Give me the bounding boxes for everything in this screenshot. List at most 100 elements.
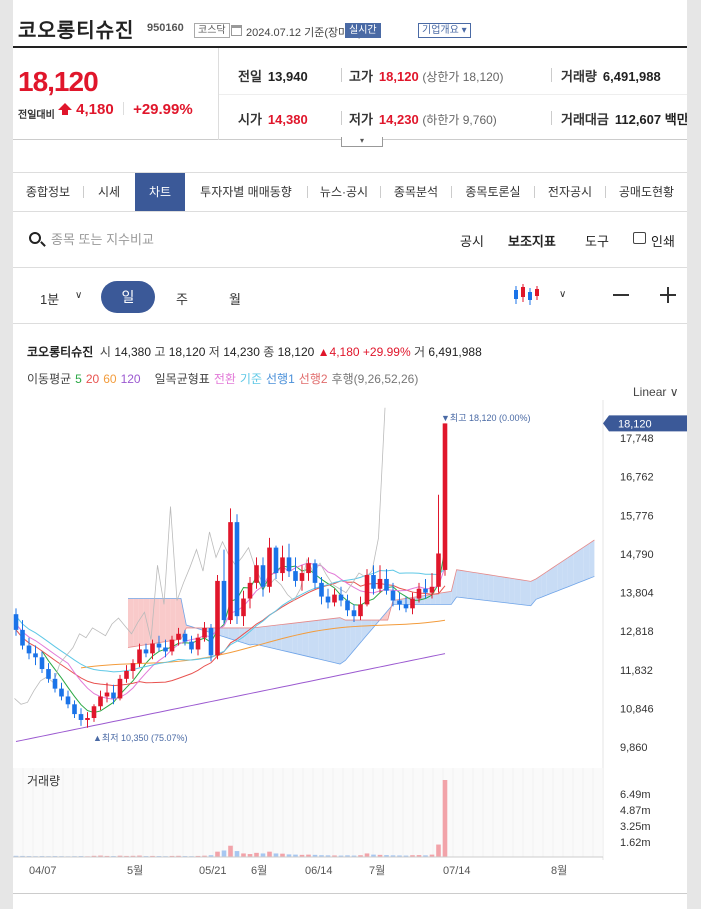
candle [351,610,357,617]
up-arrow-icon [58,103,72,115]
tab-chart[interactable]: 차트 [135,173,185,211]
cloud-segment [435,593,441,605]
tab-analysis[interactable]: 종목분석 [381,173,451,211]
info-open-label: 시 [99,345,111,359]
disclosure-button[interactable]: 공시 [460,231,484,250]
scale-selector[interactable]: Linear ∨ [633,385,679,399]
indicators-button[interactable]: 보조지표 [508,231,556,250]
period-week[interactable]: 주 [176,289,188,308]
price-panel: 18,120 전일대비 4,180 +29.99% 전일 13,940 고가 18,… [13,48,687,140]
tab-quote[interactable]: 시세 [84,173,134,211]
change-sep [122,102,124,115]
realtime-button[interactable]: 실시간 [345,23,381,38]
tab-forum[interactable]: 종목토론실 [452,173,534,211]
tab-news[interactable]: 뉴스·공시 [308,173,380,211]
volume-bar [364,853,370,857]
cloud-segment [456,569,462,598]
y-tick-label: 12,818 [620,626,654,638]
candle [273,547,279,574]
current-price: 18,120 [18,66,99,97]
chevron-down-icon[interactable]: ∨ [75,290,82,301]
cloud-segment [504,577,510,604]
cloud-segment [530,578,537,606]
ma120-line [15,653,446,743]
tab-short-selling[interactable]: 공매도현황 [606,173,687,211]
cloud-segment [562,557,568,589]
cloud-segment [446,591,452,605]
low-price: 저가 14,230 (하한가 9,760) [349,109,497,128]
ma20-label[interactable]: 20 [86,372,99,386]
stock-code: 950160 [147,22,184,34]
ma120-label[interactable]: 120 [121,372,141,386]
volume-bar [221,850,227,857]
cloud-segment [573,550,579,585]
volume: 거래량 6,491,988 [561,66,661,85]
candle [364,575,370,605]
divider [13,323,687,324]
candle [182,633,188,642]
volume-tick-label: 4.87m [620,805,651,817]
ma-legend: 이동평균 5 20 60 120 일목균형표 전환 기준 선행1 선행2 후행(9,26,52,2… [27,370,422,387]
chevron-down-icon[interactable]: ∨ [559,289,566,300]
scale-label: Linear [633,385,667,399]
tab-disclosure[interactable]: 전자공시 [535,173,605,211]
candle [117,678,123,699]
fold-button[interactable]: ▾ [341,137,383,147]
divider [551,68,552,82]
corp-info-button[interactable]: 기업개요 ▾ [418,23,471,38]
candle [46,669,51,679]
zoom-out-icon[interactable] [613,294,629,296]
cloud-segment [499,576,505,603]
tab-investor[interactable]: 투자자별 매매동향 [185,173,307,211]
volume-bar [234,851,240,857]
period-day[interactable]: 일 [101,281,155,313]
prev-close: 전일 13,940 [238,66,308,85]
change-percent: +29.99% [133,101,193,118]
candle [416,588,422,599]
candle [442,423,448,570]
y-tick-label: 17,748 [620,433,654,445]
period-minute[interactable]: 1분 [40,289,59,308]
candle [156,643,162,648]
period-month[interactable]: 월 [229,289,241,308]
cloud-segment [525,580,531,606]
tools-button[interactable]: 도구 [585,231,609,250]
lag-label[interactable]: 후행(9,26,52,26) [332,372,419,386]
conv-label[interactable]: 전환 [214,372,236,386]
candle [91,706,97,719]
volume-bar [241,853,246,857]
min-price-label: ▲최저 10,350 (75.07%) [93,733,188,743]
ma5-label[interactable]: 5 [75,372,82,386]
price-chart[interactable]: 17,748 16,762 15,776 14,790 13,804 12,818 11,8… [13,400,687,895]
volume-label: 거래량 [561,69,597,84]
volume-bar [254,852,259,857]
candle [371,575,376,589]
info-name: 코오롱티슈진 [27,345,94,359]
cloud-segment [276,624,282,651]
high-label: 고가 [349,69,373,84]
candle [286,557,292,572]
tab-summary[interactable]: 종합정보 [13,173,83,211]
print-button[interactable]: 인쇄 [651,231,675,250]
cloud-segment [488,574,494,602]
cloud-segment [297,622,303,656]
lead1-label[interactable]: 선행1 [266,372,295,386]
base-label[interactable]: 기준 [240,372,262,386]
info-change: ▲4,180 +29.99% [317,345,411,359]
printer-icon[interactable] [633,232,646,244]
candle [338,594,344,601]
search-input[interactable] [51,228,351,250]
chevron-down-icon: ∨ [669,385,679,399]
candlestick-icon[interactable] [513,284,539,306]
ma-label: 이동평균 [27,372,72,386]
info-low-label: 저 [208,345,220,359]
ma60-label[interactable]: 60 [103,372,116,386]
lead2-label[interactable]: 선행2 [299,372,328,386]
zoom-in-icon[interactable] [667,287,669,303]
candle [195,637,201,650]
x-tick-label: 06/14 [305,865,333,877]
divider [13,267,687,268]
x-tick-label: 8월 [551,864,567,877]
search-icon[interactable] [29,232,41,244]
calendar-icon [231,25,242,36]
